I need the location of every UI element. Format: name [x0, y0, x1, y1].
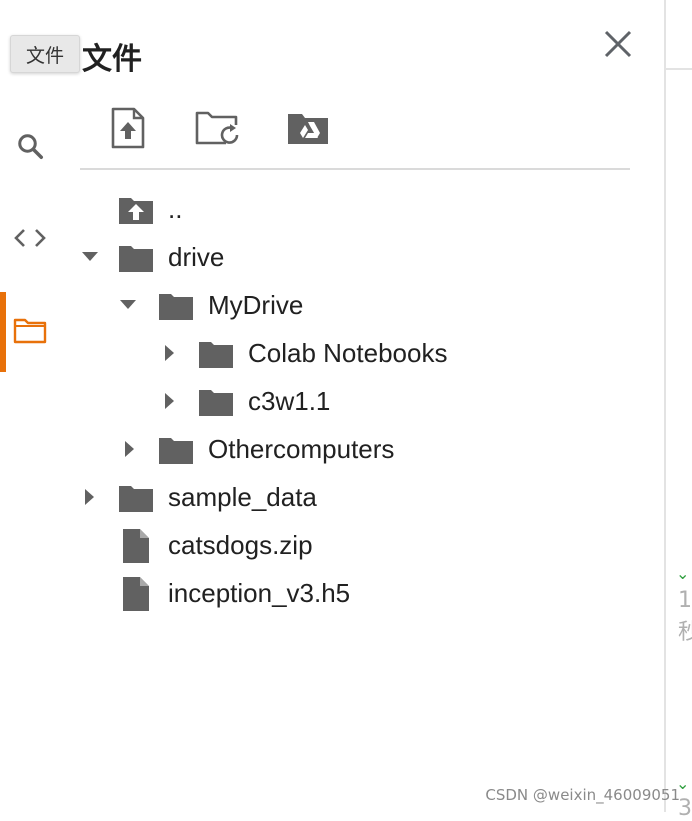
tree-label: Othercomputers [208, 434, 395, 464]
folder-icon [158, 288, 194, 324]
folder-outline-icon [13, 316, 47, 349]
tree-item-drive[interactable]: drive [80, 233, 630, 281]
caret-right-icon[interactable] [160, 343, 180, 363]
panel-separator[interactable] [664, 0, 666, 812]
cell-status-text: 1 [678, 588, 692, 613]
files-button[interactable] [0, 302, 60, 362]
check-icon: ⌄ [676, 566, 690, 583]
tree-label: .. [168, 194, 183, 224]
search-button[interactable] [0, 118, 60, 178]
tree-item-catsdogs[interactable]: catsdogs.zip [80, 521, 630, 569]
tree-label: c3w1.1 [248, 386, 331, 416]
tree-label: MyDrive [208, 290, 304, 320]
mount-drive-icon [287, 111, 329, 150]
folder-icon [158, 432, 194, 468]
tree-label: Colab Notebooks [248, 338, 448, 368]
caret-down-icon[interactable] [118, 295, 138, 315]
tree-label: sample_data [168, 482, 317, 512]
folder-icon [198, 336, 234, 372]
tree-label: drive [168, 242, 225, 272]
notebook-header-edge [666, 0, 692, 70]
close-button[interactable] [596, 24, 640, 68]
code-icon [13, 225, 47, 256]
caret-right-icon[interactable] [120, 439, 140, 459]
tree-item-mydrive[interactable]: MyDrive [80, 281, 630, 329]
caret-right-icon[interactable] [80, 487, 100, 507]
caret-right-icon[interactable] [160, 391, 180, 411]
tree-item-sample-data[interactable]: sample_data [80, 473, 630, 521]
cell-status-text: 3 [678, 796, 692, 821]
code-snippets-button[interactable] [0, 210, 60, 270]
tree-item-othercomputers[interactable]: Othercomputers [80, 425, 630, 473]
folder-icon [118, 240, 154, 276]
folder-icon [198, 384, 234, 420]
refresh-folder-icon [194, 109, 240, 152]
mount-drive-button[interactable] [284, 106, 332, 154]
refresh-button[interactable] [192, 106, 242, 154]
left-rail [0, 0, 60, 812]
watermark: CSDN @weixin_46009051 [485, 786, 680, 804]
tree-item-inception[interactable]: inception_v3.h5 [80, 569, 630, 617]
tree-item-parent[interactable]: .. [80, 185, 630, 233]
panel-title: 文件 [82, 42, 142, 77]
upload-button[interactable] [104, 106, 152, 154]
tree-item-c3w1[interactable]: c3w1.1 [80, 377, 630, 425]
file-icon [118, 576, 154, 612]
upload-file-icon [110, 107, 146, 154]
folder-icon [118, 480, 154, 516]
cell-status-text: 秒 [678, 620, 692, 645]
search-icon [15, 131, 45, 166]
caret-down-icon[interactable] [80, 247, 100, 267]
tree-item-colab-notebooks[interactable]: Colab Notebooks [80, 329, 630, 377]
folder-up-icon [118, 192, 154, 228]
tree-label: inception_v3.h5 [168, 578, 351, 608]
tree-label: catsdogs.zip [168, 530, 313, 560]
file-icon [118, 528, 154, 564]
close-icon [603, 29, 633, 64]
toolbar-divider [80, 168, 630, 170]
tooltip: 文件 [10, 35, 80, 73]
